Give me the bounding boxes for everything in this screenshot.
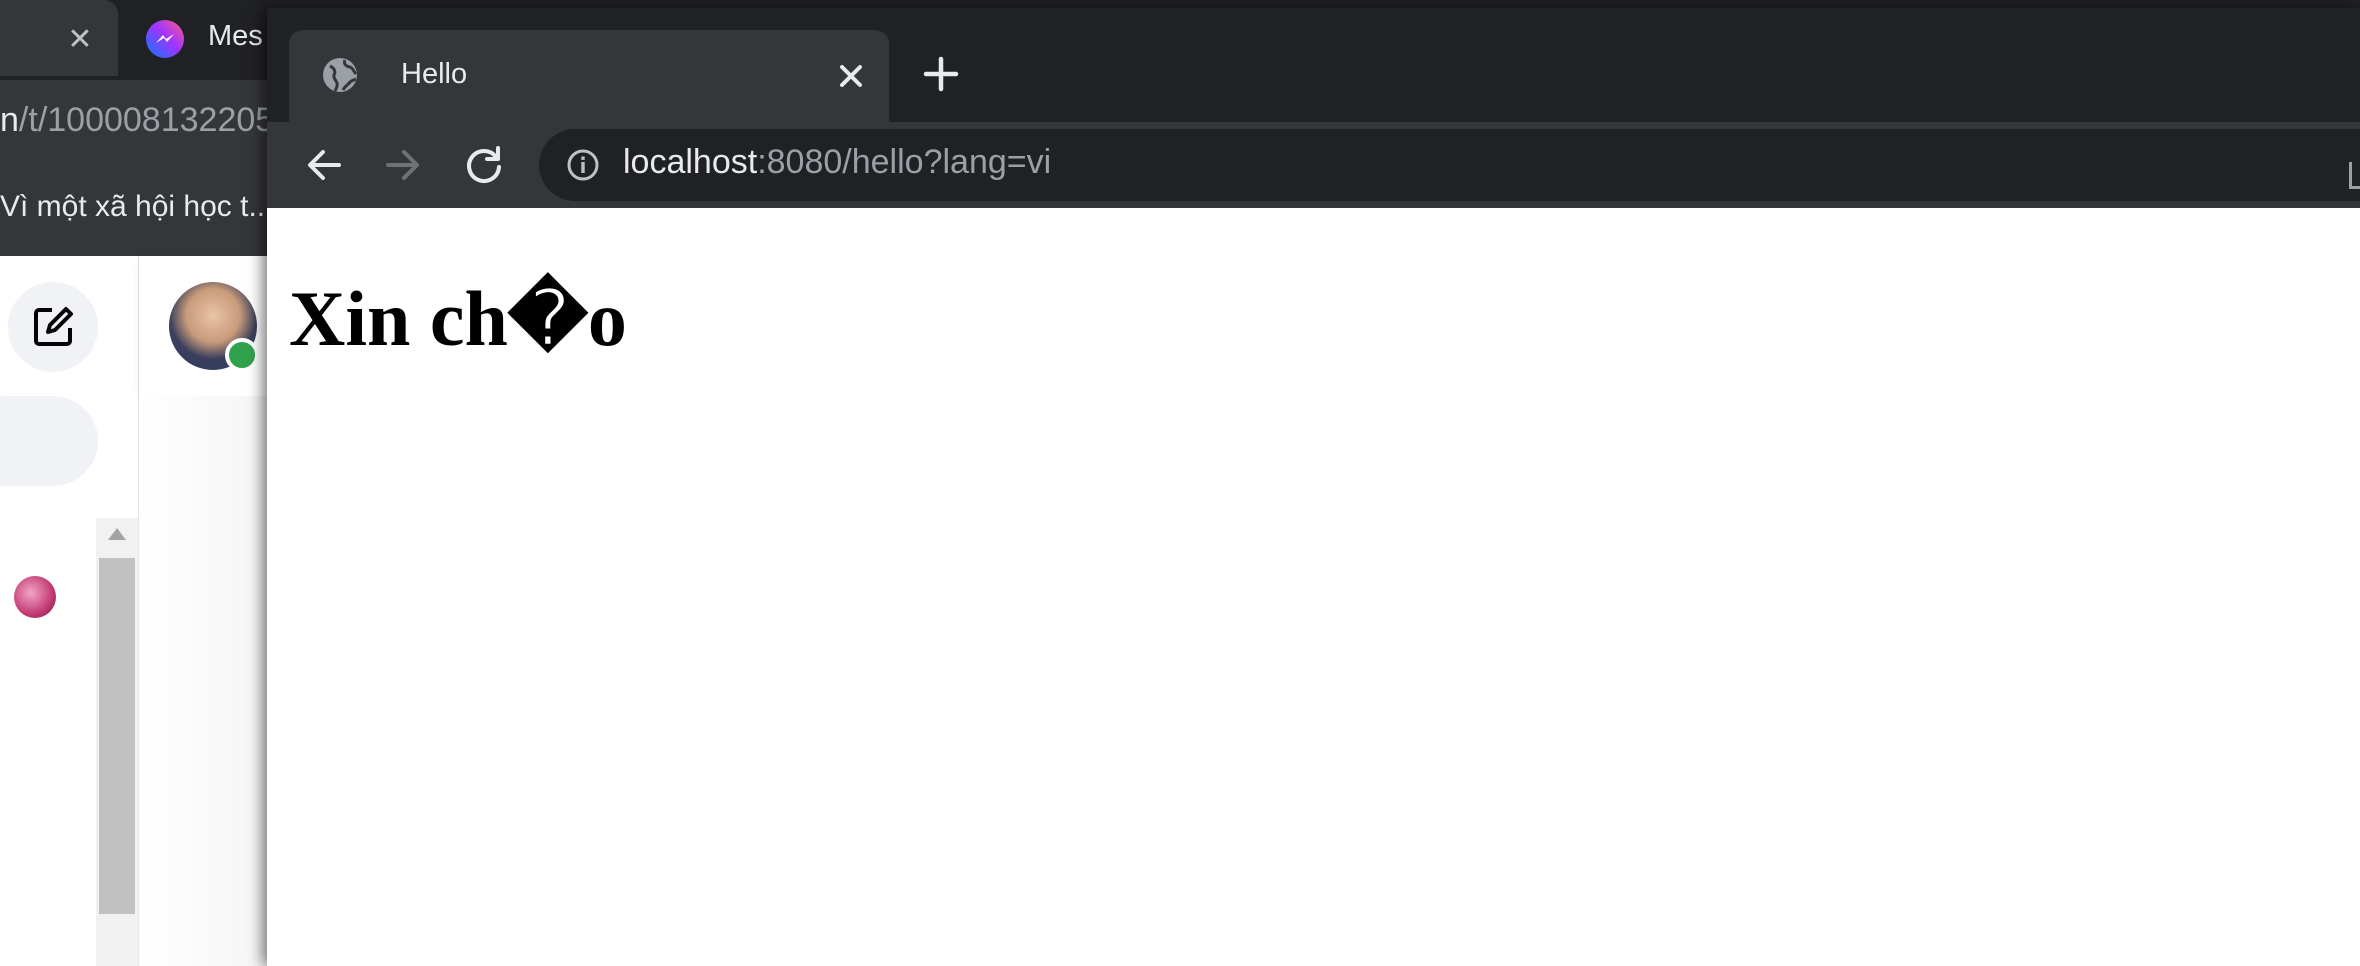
page-heading: Xin ch�o bbox=[289, 275, 627, 362]
info-icon[interactable] bbox=[565, 147, 601, 183]
url-rest: :8080/hello?lang=vi bbox=[757, 143, 1052, 181]
scroll-up-arrow-icon[interactable] bbox=[108, 528, 126, 540]
plus-icon[interactable] bbox=[919, 52, 963, 96]
arrow-right-icon[interactable] bbox=[380, 142, 426, 188]
bookmark-item[interactable]: Vì một xã hội học t... bbox=[0, 190, 273, 224]
compose-button[interactable] bbox=[8, 282, 98, 372]
background-url-host: n bbox=[0, 101, 19, 139]
conversation-area bbox=[139, 396, 279, 966]
url-text[interactable]: localhost:8080/hello?lang=vi bbox=[623, 143, 1051, 182]
scrollbar[interactable] bbox=[96, 518, 138, 966]
reload-icon[interactable] bbox=[461, 142, 507, 188]
tab-title: Hello bbox=[401, 58, 468, 90]
arrow-left-icon[interactable] bbox=[301, 142, 347, 188]
background-tab-title: Mes bbox=[208, 20, 263, 52]
search-input[interactable] bbox=[0, 396, 98, 486]
messenger-icon bbox=[146, 20, 184, 58]
foreground-browser-window: Hello localhost:8080/hello?lang=vi Xin c… bbox=[267, 8, 2360, 966]
background-address-bar[interactable]: n/t/100008132205 bbox=[0, 101, 274, 140]
close-icon[interactable]: ✕ bbox=[62, 22, 98, 58]
online-status-dot bbox=[225, 338, 259, 372]
tab-strip: Hello bbox=[267, 8, 2360, 122]
address-bar[interactable]: localhost:8080/hello?lang=vi bbox=[539, 129, 2360, 201]
tab-hello[interactable]: Hello bbox=[289, 30, 889, 122]
toolbar: localhost:8080/hello?lang=vi bbox=[267, 122, 2360, 210]
avatar[interactable] bbox=[14, 576, 56, 618]
url-host: localhost bbox=[623, 143, 758, 181]
close-icon[interactable] bbox=[829, 54, 873, 98]
globe-icon bbox=[323, 58, 358, 92]
background-url-path: /t/100008132205 bbox=[18, 101, 275, 139]
background-tab-previous[interactable]: ✕ bbox=[0, 0, 118, 76]
scrollbar-thumb[interactable] bbox=[99, 558, 135, 914]
page-content: Xin ch�o bbox=[267, 208, 2360, 966]
partial-toolbar-icon[interactable] bbox=[2349, 162, 2360, 189]
messenger-sidebar bbox=[0, 256, 139, 966]
compose-icon bbox=[34, 307, 73, 346]
